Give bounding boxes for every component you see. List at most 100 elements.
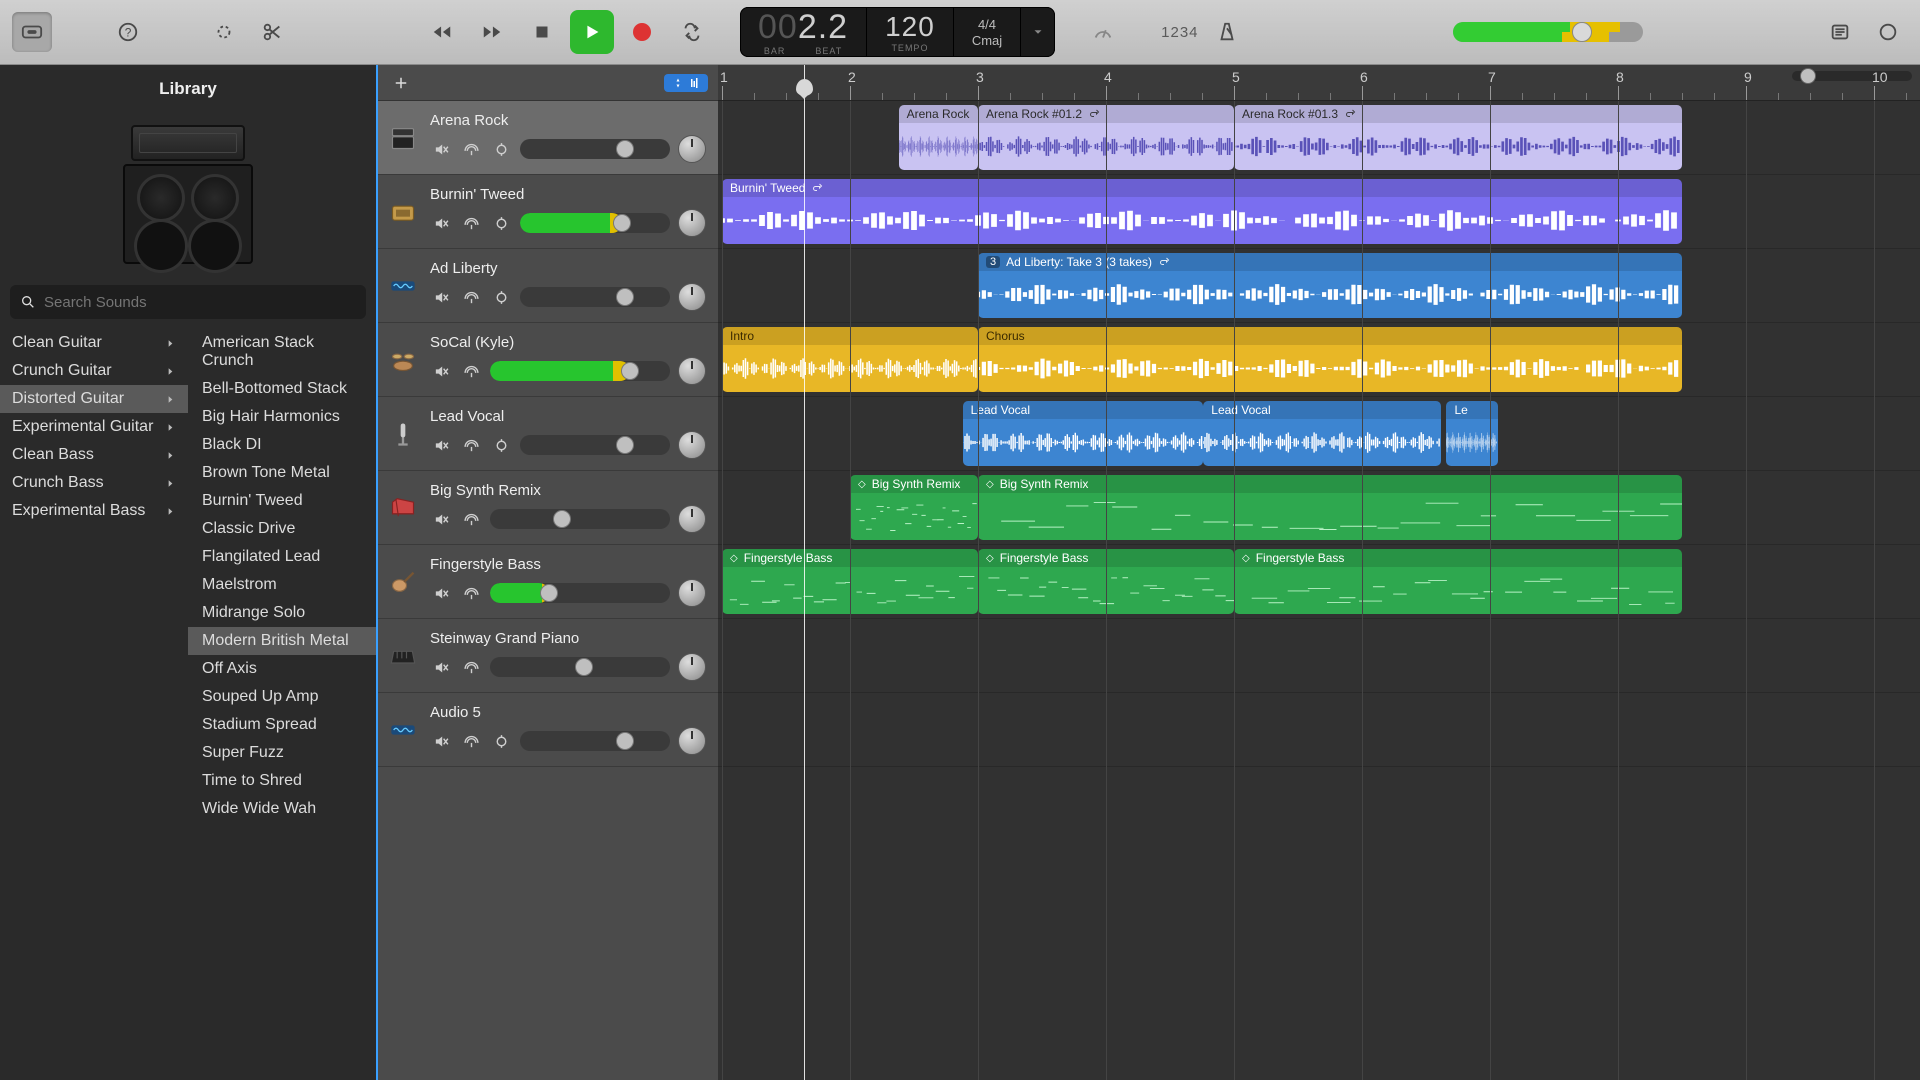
solo-button[interactable] (460, 730, 482, 752)
category-item[interactable]: Experimental Guitar (0, 413, 188, 441)
track-header[interactable]: SoCal (Kyle) (378, 323, 718, 397)
quantize-button[interactable] (204, 12, 244, 52)
pan-knob[interactable] (678, 727, 706, 755)
metronome-button[interactable] (1207, 12, 1247, 52)
region[interactable]: ◇Big Synth Remix (850, 475, 978, 540)
timeline-lane[interactable]: ◇Fingerstyle Bass◇Fingerstyle Bass◇Finge… (718, 545, 1920, 619)
category-item[interactable]: Crunch Bass (0, 469, 188, 497)
stop-button[interactable] (520, 10, 564, 54)
zoom-slider[interactable] (1792, 71, 1912, 81)
preset-item[interactable]: Modern British Metal (188, 627, 376, 655)
mute-button[interactable] (430, 508, 452, 530)
preset-item[interactable]: Stadium Spread (188, 711, 376, 739)
help-button[interactable]: ? (108, 12, 148, 52)
loop-browser-button[interactable] (1868, 12, 1908, 52)
region[interactable]: Arena Rock (899, 105, 978, 170)
mute-button[interactable] (430, 730, 452, 752)
category-item[interactable]: Experimental Bass (0, 497, 188, 525)
notepad-button[interactable] (1820, 12, 1860, 52)
timeline-lane[interactable] (718, 619, 1920, 693)
lcd-display[interactable]: 002.2 BARBEAT 120 TEMPO 4/4 Cmaj (740, 7, 1055, 57)
pan-knob[interactable] (678, 135, 706, 163)
input-monitor-button[interactable] (490, 286, 512, 308)
scissors-button[interactable] (252, 12, 292, 52)
solo-button[interactable] (460, 656, 482, 678)
track-header[interactable]: Fingerstyle Bass (378, 545, 718, 619)
preset-item[interactable]: Off Axis (188, 655, 376, 683)
record-button[interactable] (620, 10, 664, 54)
track-header[interactable]: Audio 5 (378, 693, 718, 767)
track-header[interactable]: Ad Liberty (378, 249, 718, 323)
category-item[interactable]: Clean Bass (0, 441, 188, 469)
search-input[interactable] (10, 285, 366, 319)
input-monitor-button[interactable] (490, 138, 512, 160)
preset-item[interactable]: Classic Drive (188, 515, 376, 543)
pan-knob[interactable] (678, 283, 706, 311)
track-header[interactable]: Lead Vocal (378, 397, 718, 471)
track-volume-slider[interactable] (490, 583, 670, 603)
solo-button[interactable] (460, 286, 482, 308)
mute-button[interactable] (430, 138, 452, 160)
preset-item[interactable]: Time to Shred (188, 767, 376, 795)
preset-item[interactable]: Souped Up Amp (188, 683, 376, 711)
tuner-button[interactable] (1083, 12, 1123, 52)
preset-item[interactable]: Maelstrom (188, 571, 376, 599)
category-item[interactable]: Distorted Guitar (0, 385, 188, 413)
library-toggle-button[interactable] (12, 12, 52, 52)
count-in-label[interactable]: 1234 (1161, 24, 1198, 41)
solo-button[interactable] (460, 138, 482, 160)
region[interactable]: ◇Fingerstyle Bass (1234, 549, 1682, 614)
timeline-lane[interactable]: 3Ad Liberty: Take 3 (3 takes) (718, 249, 1920, 323)
rewind-button[interactable] (420, 10, 464, 54)
region[interactable]: ◇Big Synth Remix (978, 475, 1682, 540)
track-volume-slider[interactable] (520, 139, 670, 159)
preset-item[interactable]: Burnin' Tweed (188, 487, 376, 515)
track-volume-slider[interactable] (490, 361, 670, 381)
input-monitor-button[interactable] (490, 212, 512, 234)
lcd-chevron-icon[interactable] (1021, 7, 1055, 57)
solo-button[interactable] (460, 434, 482, 456)
master-volume-slider[interactable] (1453, 22, 1643, 42)
category-item[interactable]: Crunch Guitar (0, 357, 188, 385)
preset-item[interactable]: Black DI (188, 431, 376, 459)
timeline-lane[interactable] (718, 693, 1920, 767)
master-track-button[interactable] (664, 74, 708, 92)
track-header[interactable]: Big Synth Remix (378, 471, 718, 545)
preset-item[interactable]: Bell-Bottomed Stack (188, 375, 376, 403)
mute-button[interactable] (430, 286, 452, 308)
region[interactable]: 3Ad Liberty: Take 3 (3 takes) (978, 253, 1682, 318)
preset-item[interactable]: Flangilated Lead (188, 543, 376, 571)
preset-item[interactable]: Midrange Solo (188, 599, 376, 627)
track-volume-slider[interactable] (490, 657, 670, 677)
pan-knob[interactable] (678, 653, 706, 681)
mute-button[interactable] (430, 360, 452, 382)
preset-item[interactable]: Wide Wide Wah (188, 795, 376, 823)
region[interactable]: Lead Vocal (963, 401, 1204, 466)
mute-button[interactable] (430, 434, 452, 456)
pan-knob[interactable] (678, 357, 706, 385)
add-track-button[interactable] (388, 70, 414, 96)
mute-button[interactable] (430, 656, 452, 678)
region[interactable]: Burnin' Tweed (722, 179, 1682, 244)
playhead[interactable] (804, 65, 805, 1080)
track-header[interactable]: Arena Rock (378, 101, 718, 175)
track-header[interactable]: Steinway Grand Piano (378, 619, 718, 693)
forward-button[interactable] (470, 10, 514, 54)
solo-button[interactable] (460, 360, 482, 382)
region[interactable]: Chorus (978, 327, 1682, 392)
track-volume-slider[interactable] (490, 509, 670, 529)
pan-knob[interactable] (678, 431, 706, 459)
timeline-arrange[interactable]: 123456789101112 Arena Rock Arena Rock #01… (718, 65, 1920, 1080)
timeline-ruler[interactable]: 123456789101112 (718, 65, 1920, 101)
track-volume-slider[interactable] (520, 287, 670, 307)
solo-button[interactable] (460, 212, 482, 234)
timeline-lane[interactable]: IntroChorus (718, 323, 1920, 397)
track-volume-slider[interactable] (520, 435, 670, 455)
cycle-button[interactable] (670, 10, 714, 54)
timeline-lane[interactable]: Lead VocalLead VocalLe (718, 397, 1920, 471)
region[interactable]: Arena Rock #01.3 (1234, 105, 1682, 170)
mute-button[interactable] (430, 212, 452, 234)
preset-item[interactable]: Super Fuzz (188, 739, 376, 767)
timeline-lane[interactable]: ◇Big Synth Remix◇Big Synth Remix (718, 471, 1920, 545)
pan-knob[interactable] (678, 209, 706, 237)
